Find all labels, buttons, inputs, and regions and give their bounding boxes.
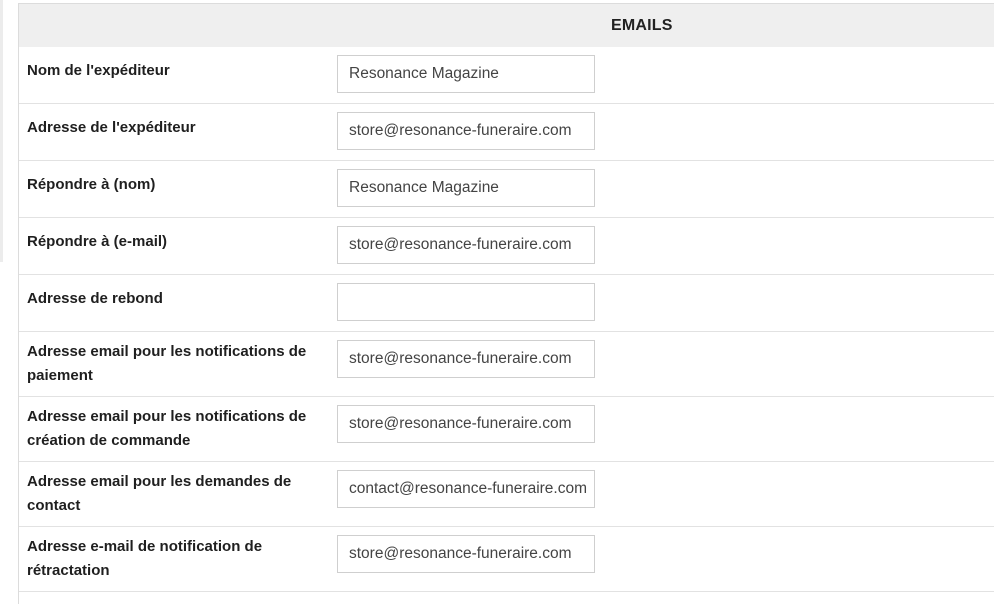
bounce-address-input[interactable] [337, 283, 595, 321]
order-creation-notification-email-label: Adresse email pour les notifications de … [27, 408, 307, 449]
panel-header: EMAILS [19, 4, 994, 47]
order-creation-notification-email-input[interactable] [337, 405, 595, 443]
settings-row-reply-to-email: Répondre à (e-mail) [19, 218, 994, 275]
payment-notification-email-input[interactable] [337, 340, 595, 378]
settings-row-bounce-address: Adresse de rebond [19, 275, 994, 332]
bounce-address-label: Adresse de rebond [27, 290, 163, 307]
contact-request-email-label: Adresse email pour les demandes de conta… [27, 473, 292, 514]
settings-row-contact-request-email: Adresse email pour les demandes de conta… [19, 462, 994, 527]
withdrawal-notification-email-input[interactable] [337, 535, 595, 573]
settings-row-reply-to-name: Répondre à (nom) [19, 161, 994, 218]
sender-name-input[interactable] [337, 55, 595, 93]
withdrawal-notification-email-label: Adresse e-mail de notification de rétrac… [27, 538, 263, 579]
sender-address-label: Adresse de l'expéditeur [27, 119, 196, 136]
reply-to-email-label: Répondre à (e-mail) [27, 233, 168, 250]
emails-settings-panel: EMAILS Nom de l'expéditeur Adresse de l'… [18, 3, 994, 604]
left-edge-divider [0, 0, 3, 262]
sender-address-input[interactable] [337, 112, 595, 150]
payment-notification-email-label: Adresse email pour les notifications de … [27, 343, 307, 384]
settings-row-sender-address: Adresse de l'expéditeur [19, 104, 994, 161]
sender-name-label: Nom de l'expéditeur [27, 62, 170, 79]
settings-row-payment-notification-email: Adresse email pour les notifications de … [19, 332, 994, 397]
panel-title: EMAILS [611, 17, 673, 34]
reply-to-email-input[interactable] [337, 226, 595, 264]
settings-row-withdrawal-notification-email: Adresse e-mail de notification de rétrac… [19, 527, 994, 592]
settings-row-sender-name: Nom de l'expéditeur [19, 47, 994, 104]
reply-to-name-label: Répondre à (nom) [27, 176, 156, 193]
reply-to-name-input[interactable] [337, 169, 595, 207]
settings-row-order-creation-notification-email: Adresse email pour les notifications de … [19, 397, 994, 462]
contact-request-email-input[interactable] [337, 470, 595, 508]
